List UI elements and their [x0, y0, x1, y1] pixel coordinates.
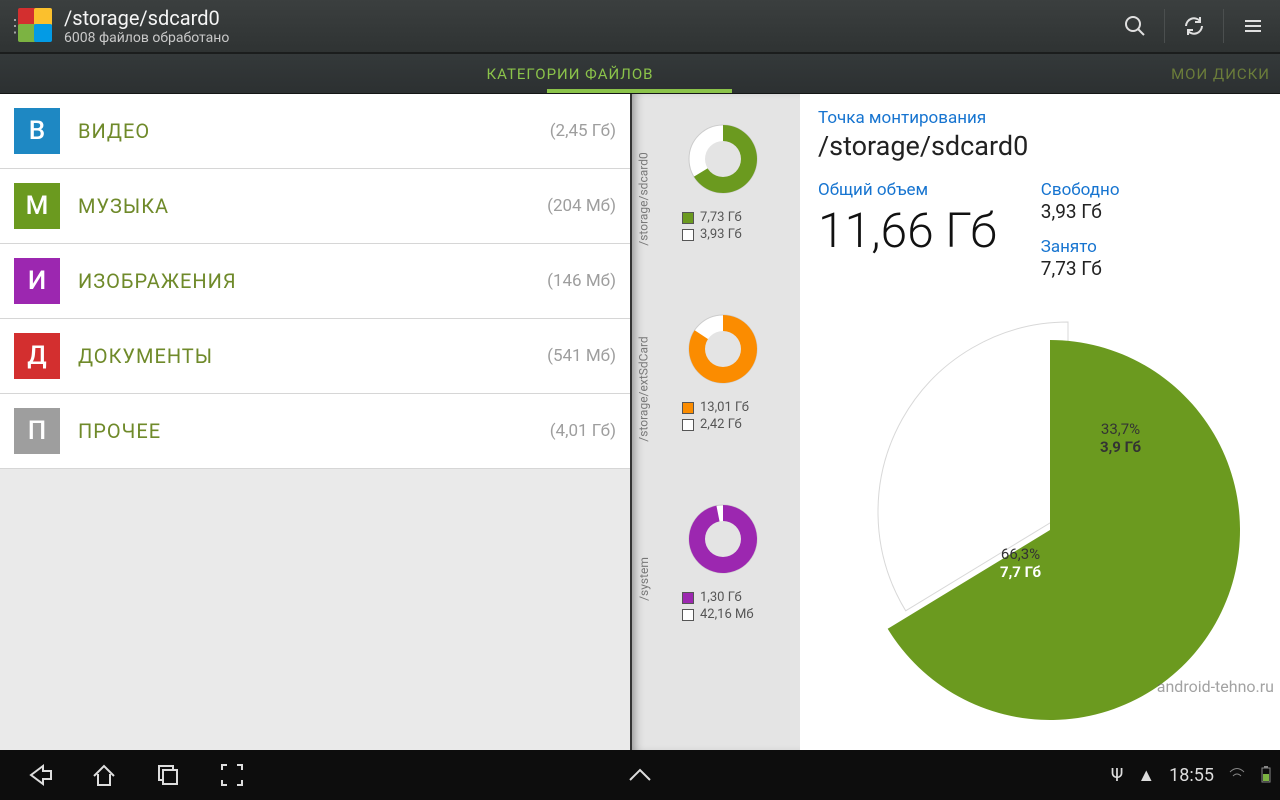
battery-icon: [1260, 766, 1272, 784]
category-label: ДОКУМЕНТЫ: [78, 344, 547, 368]
pie-free-size: 3,9 Гб: [1100, 438, 1141, 456]
search-icon: [1123, 14, 1147, 38]
menu-icon: [1241, 14, 1265, 38]
tab-indicator: [547, 89, 732, 93]
tab-categories[interactable]: КАТЕГОРИИ ФАЙЛОВ: [0, 65, 1140, 83]
total-value: 11,66 Гб: [818, 202, 997, 259]
category-row[interactable]: Д ДОКУМЕНТЫ(541 Мб): [0, 319, 630, 394]
category-badge: П: [14, 408, 60, 454]
category-size: (146 Мб): [547, 271, 616, 291]
volume-path-label: /storage/extSdCard: [636, 294, 652, 484]
volume-mini[interactable]: /storage/extSdCard13,01 Гб2,42 Гб: [632, 294, 800, 484]
home-button[interactable]: [72, 750, 136, 800]
volume-mini[interactable]: /system1,30 Гб42,16 Мб: [632, 484, 800, 674]
usb-icon: Ψ: [1111, 765, 1123, 786]
volumes-panel[interactable]: /storage/sdcard07,73 Гб3,93 Гб/storage/e…: [630, 94, 800, 750]
pie-used-pct: 66,3%: [1000, 545, 1041, 563]
chevron-up-icon: [625, 765, 655, 785]
used-label: Занято: [1041, 237, 1120, 257]
category-size: (4,01 Гб): [550, 421, 616, 441]
category-row[interactable]: И ИЗОБРАЖЕНИЯ(146 Мб): [0, 244, 630, 319]
search-button[interactable]: [1108, 0, 1162, 53]
home-icon: [89, 760, 119, 790]
category-badge: М: [14, 183, 60, 229]
volume-mini[interactable]: /storage/sdcard07,73 Гб3,93 Гб: [632, 104, 800, 294]
category-size: (541 Мб): [547, 346, 616, 366]
back-icon: [25, 760, 55, 790]
action-bar: ⋮⋮ /storage/sdcard0 6008 файлов обработа…: [0, 0, 1280, 54]
mount-label: Точка монтирования: [818, 108, 1262, 128]
recent-apps-button[interactable]: [136, 750, 200, 800]
volume-path-label: /storage/sdcard0: [636, 104, 652, 294]
current-path: /storage/sdcard0: [64, 6, 1108, 30]
category-label: ПРОЧЕЕ: [78, 419, 550, 443]
category-label: ИЗОБРАЖЕНИЯ: [78, 269, 547, 293]
free-label: Свободно: [1041, 180, 1120, 200]
status-tray[interactable]: Ψ ▲ 18:55: [1111, 765, 1272, 786]
refresh-icon: [1182, 14, 1206, 38]
scan-status: 6008 файлов обработано: [64, 30, 1108, 46]
pie-used-size: 7,7 Гб: [1000, 563, 1041, 581]
warning-icon: ▲: [1137, 765, 1155, 786]
category-label: МУЗЫКА: [78, 194, 547, 218]
wifi-icon: [1228, 766, 1246, 784]
category-badge: В: [14, 108, 60, 154]
category-row[interactable]: М МУЗЫКА(204 Мб): [0, 169, 630, 244]
free-value: 3,93 Гб: [1041, 200, 1120, 223]
category-row[interactable]: В ВИДЕО(2,45 Гб): [0, 94, 630, 169]
recent-icon: [153, 760, 183, 790]
system-nav-bar: Ψ ▲ 18:55: [0, 750, 1280, 800]
volume-path-label: /system: [636, 484, 652, 674]
overflow-menu-button[interactable]: [1226, 0, 1280, 53]
pie-free-pct: 33,7%: [1100, 420, 1141, 438]
category-badge: Д: [14, 333, 60, 379]
category-row[interactable]: П ПРОЧЕЕ(4,01 Гб): [0, 394, 630, 469]
categories-panel: В ВИДЕО(2,45 Гб) М МУЗЫКА(204 Мб) И ИЗОБРАЖЕН…: [0, 94, 630, 750]
volume-legend: 1,30 Гб42,16 Мб: [656, 590, 790, 622]
mount-value: /storage/sdcard0: [818, 130, 1262, 162]
refresh-button[interactable]: [1167, 0, 1221, 53]
used-value: 7,73 Гб: [1041, 257, 1120, 280]
volume-donut-chart: [678, 114, 768, 204]
details-panel: Точка монтирования /storage/sdcard0 Общи…: [800, 94, 1280, 750]
watermark-text: android-tehno.ru: [1157, 677, 1274, 696]
category-badge: И: [14, 258, 60, 304]
volume-legend: 13,01 Гб2,42 Гб: [656, 400, 790, 432]
volume-donut-chart: [678, 494, 768, 584]
drawer-handle-icon[interactable]: ⋮⋮: [0, 0, 12, 53]
category-label: ВИДЕО: [78, 119, 550, 143]
app-logo-icon[interactable]: [16, 6, 56, 46]
category-size: (204 Мб): [547, 196, 616, 216]
category-size: (2,45 Гб): [550, 121, 616, 141]
volume-donut-chart: [678, 304, 768, 394]
tab-strip: КАТЕГОРИИ ФАЙЛОВ МОИ ДИСКИ: [0, 54, 1280, 94]
clock: 18:55: [1169, 765, 1214, 786]
volume-legend: 7,73 Гб3,93 Гб: [656, 210, 790, 242]
back-button[interactable]: [8, 750, 72, 800]
expand-notifications-button[interactable]: [608, 750, 672, 800]
tab-disks[interactable]: МОИ ДИСКИ: [1140, 65, 1280, 83]
screenshot-icon: [218, 761, 246, 789]
screenshot-button[interactable]: [200, 750, 264, 800]
total-label: Общий объем: [818, 180, 997, 200]
